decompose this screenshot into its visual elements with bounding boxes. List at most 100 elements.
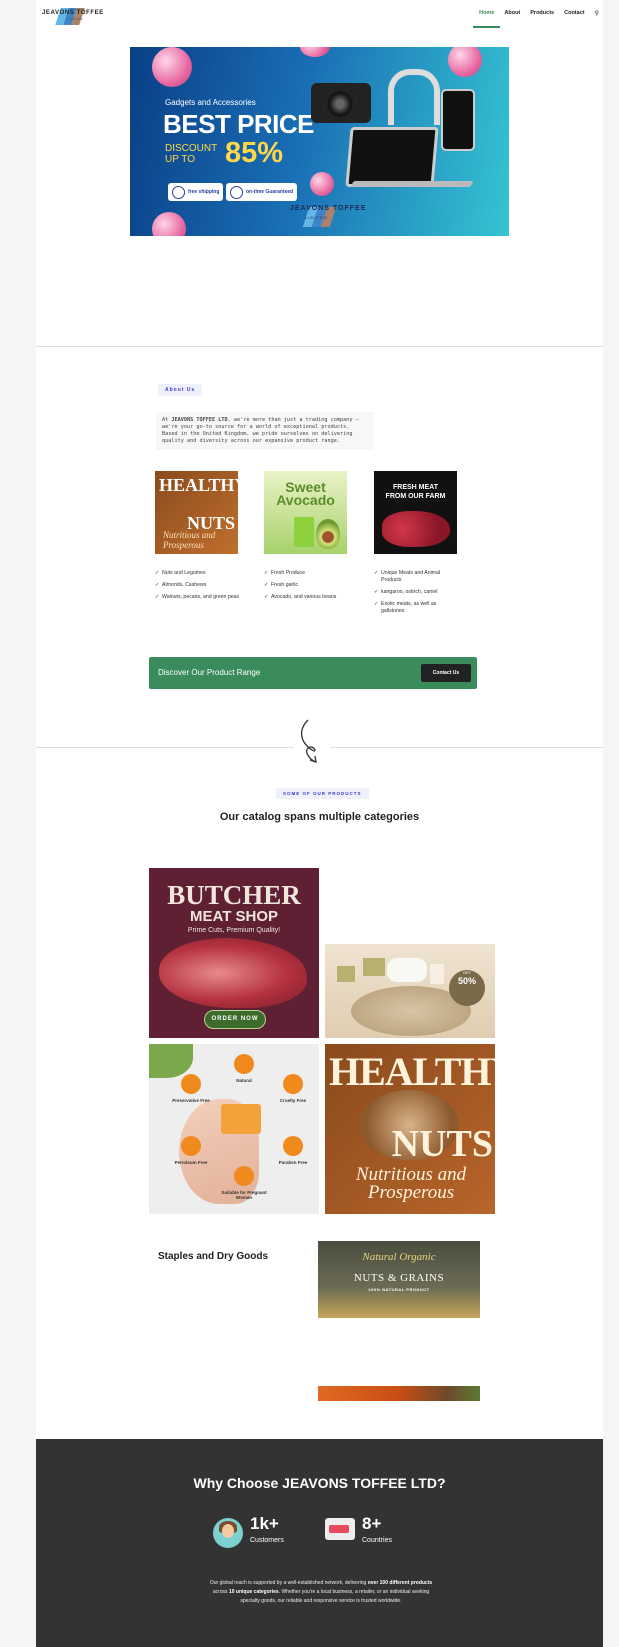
browser-click-icon — [325, 1518, 355, 1540]
produce-feature-list: ✓ Fresh Produce ✓ Fresh garlic ✓ Avocado, a… — [264, 570, 354, 606]
page: JEAVONS TOFFEE LIMITED Home About Produc… — [36, 0, 603, 1647]
on-time-label: on-time Guaranteed — [246, 189, 294, 195]
candle — [430, 964, 444, 984]
spa-products-image: GET 50% — [325, 944, 495, 1038]
rolled-towel — [387, 958, 427, 982]
section-divider — [36, 346, 603, 347]
products-heading: Our catalog spans multiple categories — [219, 811, 420, 823]
list-item: ✓ kangaroo, ostrich, camel — [374, 589, 438, 595]
truck-icon — [172, 185, 185, 199]
feature-label: Natural — [236, 1078, 252, 1083]
laptop-base — [350, 181, 474, 187]
discount-label-line1: DISCOUNT — [165, 143, 218, 154]
discount-label-line2: UP TO — [165, 154, 196, 165]
free-shipping-label: free shipping — [188, 189, 220, 195]
nuts-title2: NUTS — [391, 1123, 493, 1165]
discount-badge: GET 50% — [449, 970, 485, 1006]
customer-avatar-icon — [213, 1518, 243, 1548]
natural-soap-image: Natural Preservative Free Cruelty Free P… — [149, 1044, 319, 1214]
check-icon: ✓ — [374, 570, 379, 576]
meat-cuts — [159, 938, 307, 1008]
grains-subtitle: 100% NATURAL PRODUCT — [368, 1287, 430, 1292]
free-shipping-badge: free shipping — [168, 183, 224, 201]
petroleum-free-icon — [181, 1136, 201, 1156]
feature-label: Paraben Free — [278, 1160, 308, 1165]
list-item: ✓ Fresh Produce — [264, 570, 306, 576]
butcher-title: BUTCHER — [167, 880, 301, 910]
feature-label: Preservative Free — [172, 1098, 210, 1103]
check-icon: ✓ — [155, 570, 160, 576]
contact-us-button[interactable]: Contact Us — [421, 664, 471, 682]
camera-image — [311, 83, 371, 123]
about-paragraph: At JEAVONS TOFFEE LTD, we're more than j… — [156, 412, 374, 450]
site-header: JEAVONS TOFFEE LIMITED Home About Produc… — [36, 0, 603, 30]
countries-value: 8+ — [362, 1514, 382, 1533]
feature-label: Petroleum Free — [174, 1160, 208, 1165]
order-now-button[interactable]: ORDER NOW — [204, 1010, 266, 1029]
countries-stat: 8+ Countries — [325, 1514, 425, 1548]
hero-headline: BEST PRICE — [163, 109, 315, 139]
nuts-card-image: HEALTHY NUTS Nutritious and Prosperous — [155, 471, 238, 554]
check-icon: ✓ — [155, 582, 160, 588]
why-choose-section: Why Choose JEAVONS TOFFEE LTD? 1k+ Custo… — [36, 1439, 603, 1647]
logo-text: JEAVONS TOFFEE — [42, 10, 104, 16]
nav-about[interactable]: About — [504, 10, 520, 17]
customers-label: Customers — [250, 1537, 284, 1544]
butcher-subtitle: MEAT SHOP — [189, 908, 279, 925]
paraben-free-icon — [283, 1136, 303, 1156]
search-icon[interactable]: ⚲ — [595, 10, 599, 17]
pregnancy-safe-icon — [234, 1166, 254, 1186]
countries-label: Countries — [362, 1537, 392, 1544]
list-item: ✓ Unique Meats and Animal Products — [374, 570, 441, 583]
decor-sphere — [310, 172, 334, 196]
headphones-image — [388, 69, 440, 125]
grains-script: Natural Organic — [362, 1251, 436, 1263]
nav-products[interactable]: Products — [530, 10, 554, 17]
nuts-card-title1: HEALTHY — [159, 475, 238, 495]
soap-bar — [337, 966, 355, 982]
customers-stat: 1k+ Customers — [213, 1514, 313, 1548]
check-icon: ✓ — [264, 570, 269, 576]
preservative-free-icon — [181, 1074, 201, 1094]
soap-bar — [221, 1104, 261, 1134]
feature-label: Suitable for Pregnant Woman — [221, 1190, 267, 1200]
cta-text: Discover Our Product Range — [158, 668, 261, 677]
hero-logo-text: JEAVONS TOFFEE — [290, 205, 367, 212]
feature-label: Cruelty Free — [279, 1098, 307, 1103]
list-item: ✓ Walnuts, pecans, and green peas — [155, 594, 240, 600]
list-item: ✓ Almonds, Cashews — [155, 582, 207, 588]
why-choose-text: Our global reach is supported by a well-… — [209, 1580, 433, 1604]
hero-banner: Gadgets and Accessories BEST PRICE DISCO… — [130, 47, 509, 236]
about-text-prefix: At — [162, 417, 172, 423]
meat-feature-list: ✓ Unique Meats and Animal Products ✓ kanga… — [374, 570, 452, 620]
nav-contact[interactable]: Contact — [564, 10, 584, 17]
soap-bar — [363, 958, 385, 976]
list-item: ✓ Avocado, and various beans — [264, 594, 337, 600]
nav-home[interactable]: Home — [479, 10, 494, 17]
nav-active-indicator — [473, 26, 501, 28]
nuts-script: Nutritious and Prosperous — [355, 1164, 467, 1203]
phone-image — [441, 89, 475, 151]
hero-logo-subtext: LIMITED — [305, 215, 328, 220]
avocado — [316, 519, 340, 549]
list-item: ✓ Exotic meats, as well as gallstones — [374, 601, 437, 614]
about-tag: About Us — [158, 384, 203, 396]
clock-icon — [230, 185, 243, 199]
nuts-card-script: Nutritious and Prosperous — [163, 530, 216, 550]
nuts-grains-image: Natural Organic NUTS & GRAINS 100% NATUR… — [318, 1241, 480, 1318]
products-tag: SOME OF OUR PRODUCTS — [276, 788, 369, 799]
list-item: ✓ Fresh garlic — [264, 582, 299, 588]
avocado-card-title: Sweet Avocado — [276, 479, 335, 508]
check-icon: ✓ — [374, 589, 379, 595]
check-icon: ✓ — [264, 594, 269, 600]
check-icon: ✓ — [155, 594, 160, 600]
about-company-name: JEAVONS TOFFEE LTD — [171, 417, 228, 423]
site-logo[interactable]: JEAVONS TOFFEE LIMITED — [42, 5, 104, 25]
cruelty-free-icon — [283, 1074, 303, 1094]
hero-discount-label: DISCOUNT UP TO — [165, 143, 217, 165]
decor-sphere — [152, 212, 186, 236]
meat-card-title: FRESH MEAT FROM OUR FARM — [385, 484, 446, 500]
list-item: ✓ Nuts and Legumes — [155, 570, 206, 576]
lentils-image — [318, 1386, 480, 1401]
nuts-feature-list: ✓ Nuts and Legumes ✓ Almonds, Cashews ✓ Wal… — [155, 570, 245, 606]
